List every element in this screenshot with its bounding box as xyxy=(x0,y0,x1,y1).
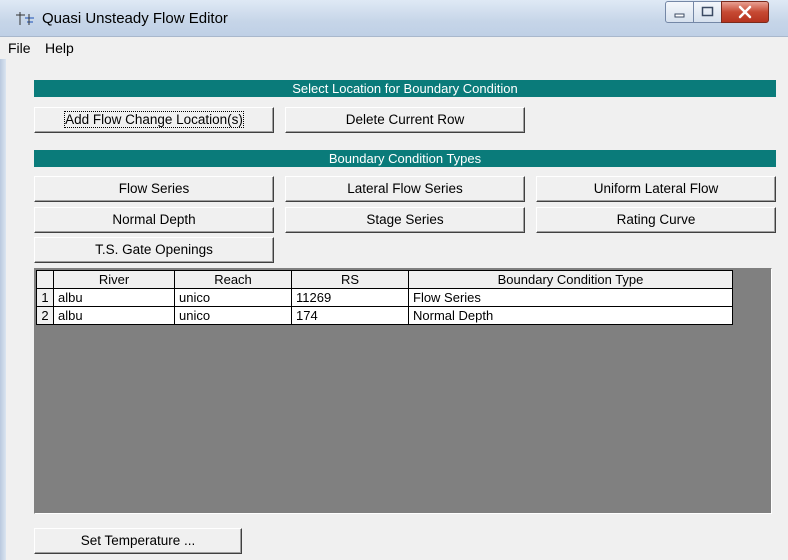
flow-series-button[interactable]: Flow Series xyxy=(34,176,274,202)
column-header-river[interactable]: River xyxy=(53,270,175,289)
normal-depth-button[interactable]: Normal Depth xyxy=(34,207,274,233)
maximize-button[interactable] xyxy=(693,1,722,23)
lateral-flow-series-button[interactable]: Lateral Flow Series xyxy=(285,176,525,202)
select-location-header: Select Location for Boundary Condition xyxy=(34,80,776,97)
table-row[interactable]: 2 albu unico 174 Normal Depth xyxy=(36,306,733,325)
menu-file[interactable]: File xyxy=(8,40,31,56)
add-flow-change-location-label: Add Flow Change Location(s) xyxy=(64,111,244,128)
flow-series-label: Flow Series xyxy=(118,181,190,196)
menu-help[interactable]: Help xyxy=(45,40,74,56)
cell-bc-type[interactable]: Normal Depth xyxy=(408,306,733,325)
column-header-rownum xyxy=(36,270,54,289)
cell-reach[interactable]: unico xyxy=(174,306,292,325)
minimize-button[interactable] xyxy=(665,1,694,23)
column-header-rs[interactable]: RS xyxy=(291,270,409,289)
column-header-bc-type[interactable]: Boundary Condition Type xyxy=(408,270,733,289)
cell-river[interactable]: albu xyxy=(53,306,175,325)
delete-current-row-label: Delete Current Row xyxy=(345,112,465,127)
rating-curve-label: Rating Curve xyxy=(616,212,696,227)
delete-current-row-button[interactable]: Delete Current Row xyxy=(285,107,525,133)
lateral-flow-series-label: Lateral Flow Series xyxy=(347,181,463,196)
set-temperature-button[interactable]: Set Temperature ... xyxy=(34,528,242,554)
row-number[interactable]: 2 xyxy=(36,306,54,325)
window-left-border xyxy=(0,37,6,560)
add-flow-change-location-button[interactable]: Add Flow Change Location(s) xyxy=(34,107,274,133)
column-header-reach[interactable]: Reach xyxy=(174,270,292,289)
normal-depth-label: Normal Depth xyxy=(112,212,196,227)
cell-rs[interactable]: 11269 xyxy=(291,288,409,307)
cell-rs[interactable]: 174 xyxy=(291,306,409,325)
close-icon xyxy=(738,5,752,19)
stage-series-button[interactable]: Stage Series xyxy=(285,207,525,233)
cell-reach[interactable]: unico xyxy=(174,288,292,307)
row-number[interactable]: 1 xyxy=(36,288,54,307)
minimize-icon xyxy=(674,13,685,18)
table-row[interactable]: 1 albu unico 11269 Flow Series xyxy=(36,288,733,307)
ts-gate-openings-label: T.S. Gate Openings xyxy=(95,242,213,257)
menu-bar: File Help xyxy=(0,37,788,59)
stage-series-label: Stage Series xyxy=(366,212,444,227)
rating-curve-button[interactable]: Rating Curve xyxy=(536,207,776,233)
title-bar[interactable]: Quasi Unsteady Flow Editor xyxy=(0,0,788,37)
app-icon xyxy=(16,9,34,27)
cell-bc-type[interactable]: Flow Series xyxy=(408,288,733,307)
quasi-unsteady-flow-editor-window: Quasi Unsteady Flow Editor File Help Sel… xyxy=(0,0,788,560)
close-button[interactable] xyxy=(721,1,769,23)
window-title: Quasi Unsteady Flow Editor xyxy=(42,10,228,27)
uniform-lateral-flow-label: Uniform Lateral Flow xyxy=(593,181,719,196)
table-header-row: River Reach RS Boundary Condition Type xyxy=(36,270,733,289)
boundary-condition-table[interactable]: River Reach RS Boundary Condition Type 1… xyxy=(34,268,772,514)
uniform-lateral-flow-button[interactable]: Uniform Lateral Flow xyxy=(536,176,776,202)
ts-gate-openings-button[interactable]: T.S. Gate Openings xyxy=(34,237,274,263)
set-temperature-label: Set Temperature ... xyxy=(80,533,196,548)
cell-river[interactable]: albu xyxy=(53,288,175,307)
boundary-condition-grid: River Reach RS Boundary Condition Type 1… xyxy=(36,270,733,325)
boundary-condition-types-header: Boundary Condition Types xyxy=(34,150,776,167)
maximize-icon xyxy=(701,6,714,17)
